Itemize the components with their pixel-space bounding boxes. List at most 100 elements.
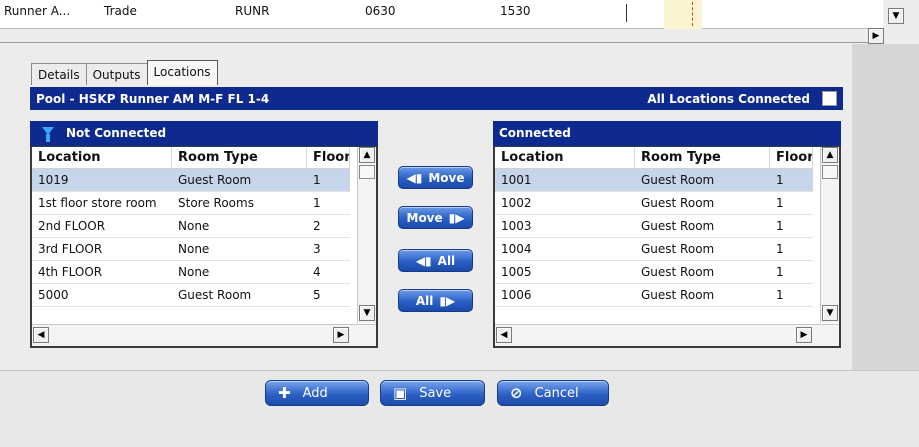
not-connected-hscroll[interactable]: ◀ ▶ bbox=[32, 324, 376, 346]
cell-room-type: Guest Room bbox=[641, 265, 715, 279]
cancel-button[interactable]: ⊘ Cancel bbox=[497, 380, 609, 406]
table-row[interactable]: 1001 Guest Room 1 bbox=[495, 169, 813, 192]
scroll-right-icon[interactable]: ▶ bbox=[868, 28, 884, 44]
column-room-type[interactable]: Room Type bbox=[172, 147, 307, 168]
top-horizontal-scrollbar[interactable]: ▶ bbox=[0, 28, 884, 44]
timeline-separator bbox=[626, 4, 627, 22]
connected-list: Connected Location Room Type Floor 1001 G… bbox=[493, 121, 841, 348]
locations-panel: Details Outputs Locations Pool - HSKP Ru… bbox=[23, 60, 848, 358]
cell-floor: 1 bbox=[313, 196, 321, 210]
cell-room-type: None bbox=[178, 265, 210, 279]
save-label: Save bbox=[419, 385, 452, 401]
cell-location: 1004 bbox=[501, 242, 532, 256]
scroll-down-icon[interactable]: ▼ bbox=[888, 8, 904, 24]
scroll-down-icon[interactable]: ▼ bbox=[822, 305, 838, 321]
move-right-label: Move bbox=[406, 210, 443, 225]
column-location[interactable]: Location bbox=[32, 147, 172, 168]
scroll-right-icon[interactable]: ▶ bbox=[796, 327, 812, 343]
column-floor[interactable]: Floor bbox=[307, 147, 350, 168]
connected-title: Connected bbox=[499, 126, 571, 140]
cell-room-type: Guest Room bbox=[178, 288, 252, 302]
current-time-marker bbox=[692, 2, 693, 26]
cell-room-type: Guest Room bbox=[641, 173, 715, 187]
scroll-thumb[interactable] bbox=[822, 165, 838, 179]
top-cell-type: Trade bbox=[104, 4, 137, 18]
cell-floor: 4 bbox=[313, 265, 321, 279]
cell-location: 4th FLOOR bbox=[38, 265, 103, 279]
not-connected-vscroll[interactable]: ▲ ▼ bbox=[357, 147, 376, 323]
table-row[interactable]: 1019 Guest Room 1 bbox=[32, 169, 350, 192]
not-connected-grid[interactable]: Location Room Type Floor 1019 Guest Room 1… bbox=[30, 146, 378, 348]
scroll-right-icon[interactable]: ▶ bbox=[333, 327, 349, 343]
top-vertical-scrollbar[interactable]: ▼ bbox=[888, 0, 905, 44]
all-right-label: All bbox=[415, 293, 434, 308]
connected-grid[interactable]: Location Room Type Floor 1001 Guest Room 1… bbox=[493, 146, 841, 348]
arrow-left-icon: ◀▮ bbox=[415, 253, 432, 268]
top-cell-code: RUNR bbox=[235, 4, 270, 18]
table-row[interactable]: 4th FLOOR None 4 bbox=[32, 261, 350, 284]
cell-location: 5000 bbox=[38, 288, 69, 302]
all-left-label: All bbox=[437, 253, 456, 268]
table-row[interactable]: 1004 Guest Room 1 bbox=[495, 238, 813, 261]
cell-floor: 1 bbox=[776, 196, 784, 210]
right-edge-area bbox=[852, 44, 919, 370]
move-right-button[interactable]: Move ▮▶ bbox=[398, 206, 473, 229]
tab-details[interactable]: Details bbox=[31, 63, 87, 85]
cell-floor: 1 bbox=[776, 242, 784, 256]
table-row[interactable]: 1st floor store room Store Rooms 1 bbox=[32, 192, 350, 215]
all-right-button[interactable]: All ▮▶ bbox=[398, 289, 473, 312]
cancel-icon: ⊘ bbox=[510, 384, 523, 402]
tab-outputs[interactable]: Outputs bbox=[85, 63, 148, 85]
cell-floor: 1 bbox=[776, 265, 784, 279]
table-row[interactable]: 1006 Guest Room 1 bbox=[495, 284, 813, 307]
cell-location: 2nd FLOOR bbox=[38, 219, 106, 233]
scroll-thumb[interactable] bbox=[359, 165, 375, 179]
filter-icon[interactable] bbox=[42, 127, 54, 142]
connected-hscroll[interactable]: ◀ ▶ bbox=[495, 324, 839, 346]
all-connected-checkbox[interactable] bbox=[822, 91, 837, 106]
column-floor[interactable]: Floor bbox=[770, 147, 813, 168]
connected-vscroll[interactable]: ▲ ▼ bbox=[820, 147, 839, 323]
connected-header: Connected bbox=[493, 121, 841, 146]
cell-floor: 5 bbox=[313, 288, 321, 302]
arrow-right-icon: ▮▶ bbox=[448, 210, 465, 225]
connected-rows: 1001 Guest Room 1 1002 Guest Room 1 1003 Guest … bbox=[495, 169, 813, 307]
all-left-button[interactable]: ◀▮ All bbox=[398, 249, 473, 272]
table-row[interactable]: 5000 Guest Room 5 bbox=[32, 284, 350, 307]
top-cell-start: 0630 bbox=[365, 4, 396, 18]
not-connected-header: Not Connected bbox=[30, 121, 378, 146]
pool-header: Pool - HSKP Runner AM M-F FL 1-4 All Loc… bbox=[30, 87, 843, 110]
scroll-up-icon[interactable]: ▲ bbox=[359, 147, 375, 163]
add-button[interactable]: ✚ Add bbox=[265, 380, 369, 406]
table-row[interactable]: 2nd FLOOR None 2 bbox=[32, 215, 350, 238]
scroll-down-icon[interactable]: ▼ bbox=[359, 305, 375, 321]
top-cell-name: Runner A... bbox=[4, 4, 71, 18]
grid-header: Location Room Type Floor bbox=[32, 147, 350, 169]
cell-location: 3rd FLOOR bbox=[38, 242, 103, 256]
cell-room-type: None bbox=[178, 242, 210, 256]
save-button[interactable]: ▣ Save bbox=[380, 380, 485, 406]
cell-floor: 1 bbox=[776, 288, 784, 302]
timeline-bar bbox=[664, 0, 702, 29]
tab-strip: Details Outputs Locations bbox=[31, 60, 218, 85]
top-grid-row[interactable]: Runner A... Trade RUNR 0630 1530 bbox=[0, 0, 883, 29]
floppy-disk-icon: ▣ bbox=[393, 384, 408, 402]
table-row[interactable]: 1005 Guest Room 1 bbox=[495, 261, 813, 284]
scroll-left-icon[interactable]: ◀ bbox=[33, 327, 49, 343]
table-row[interactable]: 1003 Guest Room 1 bbox=[495, 215, 813, 238]
move-left-button[interactable]: ◀▮ Move bbox=[398, 166, 473, 189]
table-row[interactable]: 1002 Guest Room 1 bbox=[495, 192, 813, 215]
column-location[interactable]: Location bbox=[495, 147, 635, 168]
column-room-type[interactable]: Room Type bbox=[635, 147, 770, 168]
not-connected-rows: 1019 Guest Room 1 1st floor store room Store… bbox=[32, 169, 350, 307]
cell-location: 1002 bbox=[501, 196, 532, 210]
scroll-up-icon[interactable]: ▲ bbox=[822, 147, 838, 163]
cell-floor: 3 bbox=[313, 242, 321, 256]
cell-room-type: Guest Room bbox=[641, 196, 715, 210]
scroll-left-icon[interactable]: ◀ bbox=[496, 327, 512, 343]
tab-locations[interactable]: Locations bbox=[146, 60, 218, 85]
table-row[interactable]: 3rd FLOOR None 3 bbox=[32, 238, 350, 261]
cell-location: 1001 bbox=[501, 173, 532, 187]
top-cell-end: 1530 bbox=[500, 4, 531, 18]
cell-location: 1019 bbox=[38, 173, 69, 187]
